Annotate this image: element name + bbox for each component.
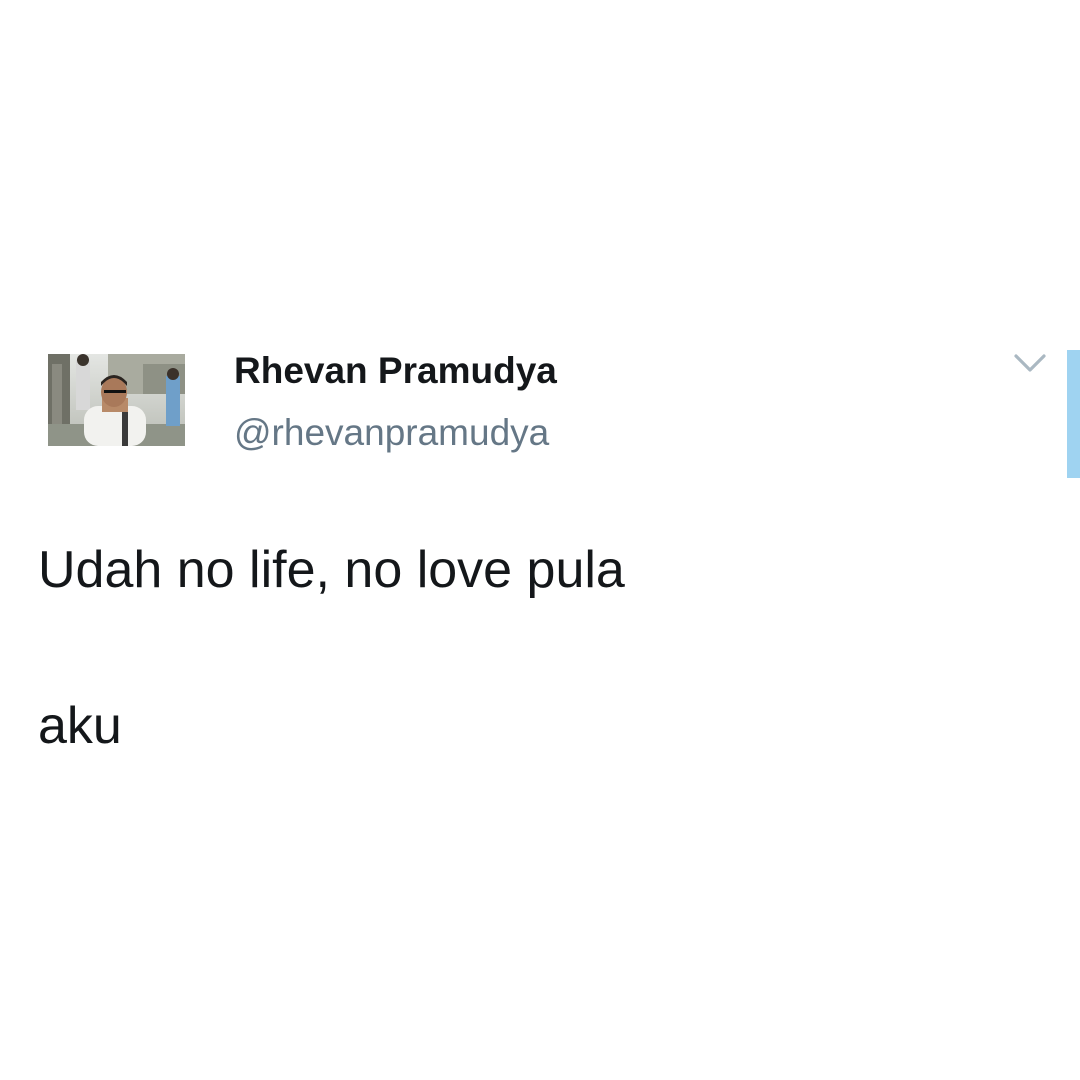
avatar-photo — [48, 354, 185, 446]
tweet-text-line: Udah no life, no love pula — [38, 541, 625, 599]
tweet-text-spacer — [38, 610, 625, 686]
author-display-name[interactable]: Rhevan Pramudya — [234, 350, 557, 392]
author-handle[interactable]: @rhevanpramudya — [234, 412, 549, 454]
chevron-down-icon[interactable] — [1010, 348, 1050, 378]
tweet-text: Udah no life, no love pula aku — [38, 530, 625, 766]
tweet-text-line: aku — [38, 697, 122, 755]
tweet-card: Rhevan Pramudya @rhevanpramudya Udah no … — [0, 0, 1080, 1080]
side-accent-bar — [1067, 350, 1080, 478]
avatar[interactable] — [48, 354, 185, 446]
